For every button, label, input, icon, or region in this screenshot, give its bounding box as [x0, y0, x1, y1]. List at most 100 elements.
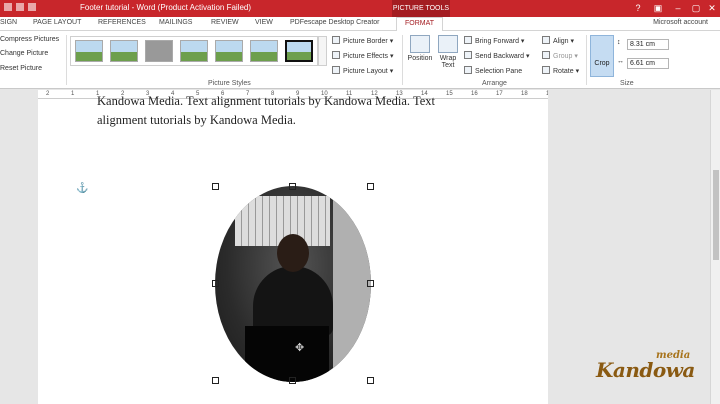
document-page[interactable]: Kandowa Media. Text alignment tutorials …: [38, 94, 548, 404]
group-icon: [542, 51, 550, 59]
wrap-text-button[interactable]: Wrap Text: [434, 35, 462, 69]
close-button[interactable]: ✕: [706, 2, 718, 14]
document-text-line[interactable]: Kandowa Media. Text alignment tutorials …: [97, 94, 435, 109]
picture-styles-group-label: Picture Styles: [208, 80, 251, 87]
send-backward-button[interactable]: Send Backward ▾: [464, 51, 530, 60]
redo-icon[interactable]: [28, 3, 36, 11]
group-label: Group: [553, 53, 573, 60]
position-label: Position: [407, 55, 433, 62]
anchor-icon[interactable]: ⚓: [76, 183, 88, 194]
picture-effects-label: Picture Effects: [343, 53, 389, 60]
group-separator: [402, 35, 403, 85]
align-button[interactable]: Align ▾: [542, 36, 574, 45]
workspace-margin-left: [0, 90, 38, 404]
rotate-button[interactable]: Rotate ▾: [542, 66, 579, 75]
resize-handle-top-right[interactable]: [367, 183, 374, 190]
shape-width-field[interactable]: ↔ 6.61 cm: [617, 58, 669, 69]
resize-handle-bottom-right[interactable]: [367, 377, 374, 384]
tab-mailings[interactable]: MAILINGS: [159, 19, 192, 26]
resize-handle-top-left[interactable]: [212, 183, 219, 190]
selection-pane-button[interactable]: Selection Pane: [464, 66, 522, 75]
undo-icon[interactable]: [16, 3, 24, 11]
height-input[interactable]: 8.31 cm: [627, 39, 669, 50]
style-thumbnail[interactable]: [110, 40, 138, 62]
send-backward-label: Send Backward: [475, 53, 525, 60]
minimize-button[interactable]: –: [672, 2, 684, 14]
resize-handle-left[interactable]: [212, 280, 219, 287]
height-icon: ↕: [617, 39, 621, 46]
arrange-group-label: Arrange: [482, 80, 507, 87]
picture-styles-gallery[interactable]: [70, 36, 318, 66]
photo-monitor: [245, 326, 329, 382]
tab-review[interactable]: REVIEW: [211, 19, 239, 26]
window-title: Footer tutorial - Word (Product Activati…: [80, 3, 252, 12]
width-icon: ↔: [617, 58, 624, 65]
rotate-icon: [542, 66, 550, 74]
quick-access-toolbar[interactable]: [4, 3, 64, 13]
position-button[interactable]: Position: [405, 35, 435, 62]
kandowa-media-logo: media Kandowa: [596, 350, 708, 382]
scrollbar-thumb[interactable]: [713, 170, 719, 260]
ruler-tick-label: 18: [521, 91, 528, 97]
style-thumbnail[interactable]: [75, 40, 103, 62]
oval-cropped-photo: [215, 186, 371, 382]
width-input[interactable]: 6.61 cm: [627, 58, 669, 69]
tab-references[interactable]: REFERENCES: [98, 19, 146, 26]
picture-border-button[interactable]: Picture Border ▾: [332, 36, 393, 45]
picture-layout-button[interactable]: Picture Layout ▾: [332, 66, 393, 75]
title-bar: Footer tutorial - Word (Product Activati…: [0, 0, 720, 17]
tab-page-layout[interactable]: PAGE LAYOUT: [33, 19, 81, 26]
style-thumbnail[interactable]: [250, 40, 278, 62]
crop-button[interactable]: Crop: [590, 35, 614, 77]
vertical-scrollbar[interactable]: [710, 90, 720, 404]
group-separator: [66, 35, 67, 85]
help-button[interactable]: ?: [632, 2, 644, 14]
picture-tools-context-label: PICTURE TOOLS: [392, 0, 450, 17]
restore-button[interactable]: ▢: [690, 2, 702, 14]
rotate-label: Rotate: [553, 68, 574, 75]
wrap-text-label: Wrap Text: [439, 55, 457, 69]
document-text-line[interactable]: alignment tutorials by Kandowa Media.: [97, 113, 296, 128]
tab-format[interactable]: FORMAT: [396, 17, 444, 32]
shape-height-field[interactable]: ↕ 8.31 cm: [617, 39, 669, 50]
photo-head: [277, 234, 309, 272]
align-icon: [542, 36, 550, 44]
picture-layout-label: Picture Layout: [343, 68, 388, 75]
ribbon-display-options-button[interactable]: ▣: [652, 2, 664, 14]
selection-pane-label: Selection Pane: [475, 68, 523, 75]
picture-border-label: Picture Border: [343, 38, 388, 45]
compress-pictures-button[interactable]: Compress Pictures: [0, 36, 59, 43]
ruler-tick-label: 1: [71, 91, 75, 97]
change-picture-button[interactable]: Change Picture: [0, 50, 48, 57]
send-backward-icon: [464, 51, 472, 59]
picture-border-icon: [332, 36, 340, 44]
selected-picture[interactable]: ✥: [212, 183, 374, 384]
resize-handle-right[interactable]: [367, 280, 374, 287]
resize-handle-bottom-left[interactable]: [212, 377, 219, 384]
tab-view[interactable]: VIEW: [255, 19, 273, 26]
size-group-label: Size: [620, 80, 634, 87]
picture-layout-icon: [332, 66, 340, 74]
style-thumbnail[interactable]: [180, 40, 208, 62]
ribbon: Compress Pictures Change Picture Reset P…: [0, 31, 720, 89]
picture-effects-icon: [332, 51, 340, 59]
save-icon[interactable]: [4, 3, 12, 11]
reset-picture-button[interactable]: Reset Picture: [0, 65, 42, 72]
style-thumbnail[interactable]: [285, 40, 313, 62]
resize-handle-bottom[interactable]: [289, 377, 296, 384]
move-cursor-icon: ✥: [295, 342, 305, 354]
position-icon: [410, 35, 430, 53]
group-button[interactable]: Group ▾: [542, 51, 578, 60]
ruler-tick-label: 2: [46, 91, 50, 97]
bring-forward-button[interactable]: Bring Forward ▾: [464, 36, 524, 45]
account-label[interactable]: Microsoft account: [653, 19, 708, 26]
tab-pdfescape[interactable]: PDFescape Desktop Creator: [290, 19, 379, 26]
picture-effects-button[interactable]: Picture Effects ▾: [332, 51, 393, 60]
logo-big-text: Kandowa: [596, 358, 695, 382]
bring-forward-icon: [464, 36, 472, 44]
gallery-scroll-control[interactable]: [318, 36, 327, 66]
style-thumbnail[interactable]: [145, 40, 173, 62]
tab-design[interactable]: SIGN: [0, 19, 17, 26]
resize-handle-top[interactable]: [289, 183, 296, 190]
style-thumbnail[interactable]: [215, 40, 243, 62]
